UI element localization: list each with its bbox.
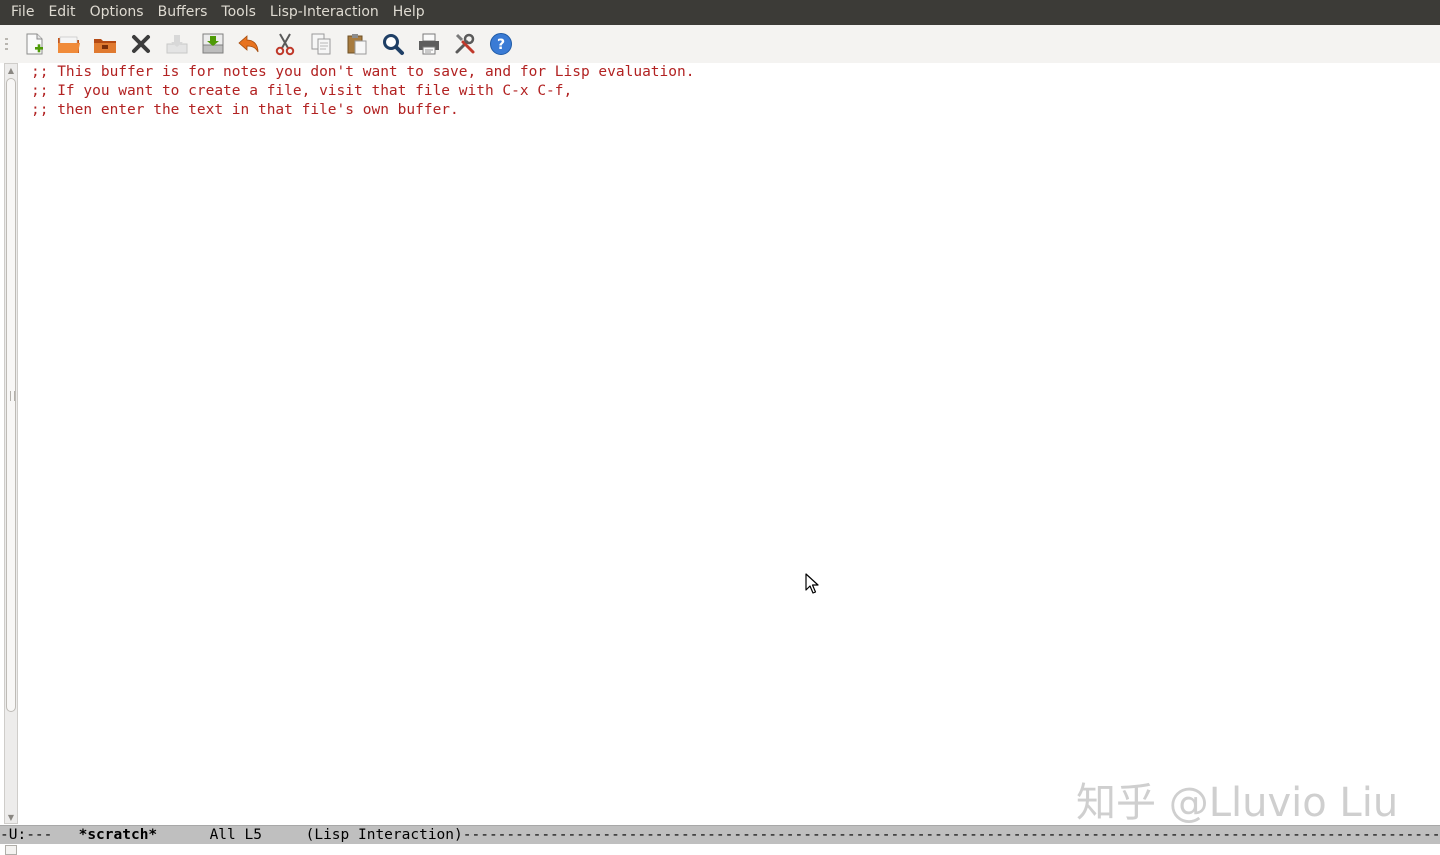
menu-edit[interactable]: Edit xyxy=(43,0,82,25)
menu-tools[interactable]: Tools xyxy=(216,0,263,25)
scrollbar-thumb[interactable] xyxy=(6,78,16,712)
menu-options[interactable]: Options xyxy=(85,0,151,25)
undo-icon xyxy=(238,35,259,53)
modeline-major-mode[interactable]: (Lisp Interaction) xyxy=(306,827,463,843)
mouse-pointer-icon xyxy=(805,573,819,594)
menu-lisp-interaction[interactable]: Lisp-Interaction xyxy=(265,0,386,25)
toolbar-grip[interactable] xyxy=(5,38,9,50)
vertical-scrollbar[interactable]: ▲ ▼ xyxy=(4,63,18,824)
buffer-line-2[interactable]: ;; If you want to create a file, visit t… xyxy=(30,82,1440,101)
cut-button[interactable] xyxy=(270,29,300,59)
thumb-grip-icon xyxy=(10,391,15,401)
print-button[interactable] xyxy=(414,29,444,59)
paste-icon xyxy=(347,34,367,55)
menu-file[interactable]: File xyxy=(6,0,41,25)
save-as-icon xyxy=(202,33,224,54)
open-directory-button[interactable] xyxy=(90,29,120,59)
modeline-position: All L5 xyxy=(209,827,262,843)
search-button[interactable] xyxy=(378,29,408,59)
buffer-line-1[interactable]: ;; This buffer is for notes you don't wa… xyxy=(30,63,1440,82)
menu-bar: File Edit Options Buffers Tools Lisp-Int… xyxy=(0,0,1440,25)
preferences-button[interactable] xyxy=(450,29,480,59)
mode-line[interactable]: -U:--- *scratch* All L5 (Lisp Interactio… xyxy=(0,825,1440,844)
minibuffer-scrollbar-icon xyxy=(5,845,17,855)
help-button[interactable]: ? xyxy=(486,29,516,59)
scratch-buffer-text-area[interactable]: ;; This buffer is for notes you don't wa… xyxy=(30,63,1440,825)
scroll-up-icon[interactable]: ▲ xyxy=(5,64,17,76)
svg-text:?: ? xyxy=(497,37,505,53)
copy-icon xyxy=(311,33,331,55)
undo-button[interactable] xyxy=(234,29,264,59)
open-directory-icon xyxy=(94,39,116,53)
new-file-icon xyxy=(26,33,43,55)
new-file-button[interactable] xyxy=(19,29,49,59)
copy-button[interactable] xyxy=(306,29,336,59)
watermark: 知乎 @Lluvio Liu xyxy=(1076,780,1399,826)
minibuffer[interactable] xyxy=(0,844,1440,855)
close-buffer-button[interactable] xyxy=(126,29,156,59)
buffer-line-3[interactable]: ;; then enter the text in that file's ow… xyxy=(30,101,1440,120)
open-file-icon xyxy=(58,36,80,53)
preferences-icon xyxy=(455,33,475,54)
modeline-fill: ----------------------------------------… xyxy=(462,827,1440,843)
open-file-button[interactable] xyxy=(54,29,84,59)
search-icon xyxy=(383,34,404,55)
cut-icon xyxy=(275,33,295,56)
modeline-status: -U:--- xyxy=(0,827,53,843)
modeline-buffer-name[interactable]: *scratch* xyxy=(79,827,158,843)
save-button[interactable] xyxy=(162,29,192,59)
scroll-down-icon[interactable]: ▼ xyxy=(5,811,17,823)
close-buffer-icon xyxy=(132,35,150,53)
menu-help[interactable]: Help xyxy=(388,0,432,25)
tool-bar: ? xyxy=(0,25,1440,64)
print-icon xyxy=(419,33,439,55)
save-icon xyxy=(166,35,188,54)
save-as-button[interactable] xyxy=(198,29,228,59)
paste-button[interactable] xyxy=(342,29,372,59)
help-icon: ? xyxy=(490,33,512,55)
menu-buffers[interactable]: Buffers xyxy=(153,0,215,25)
